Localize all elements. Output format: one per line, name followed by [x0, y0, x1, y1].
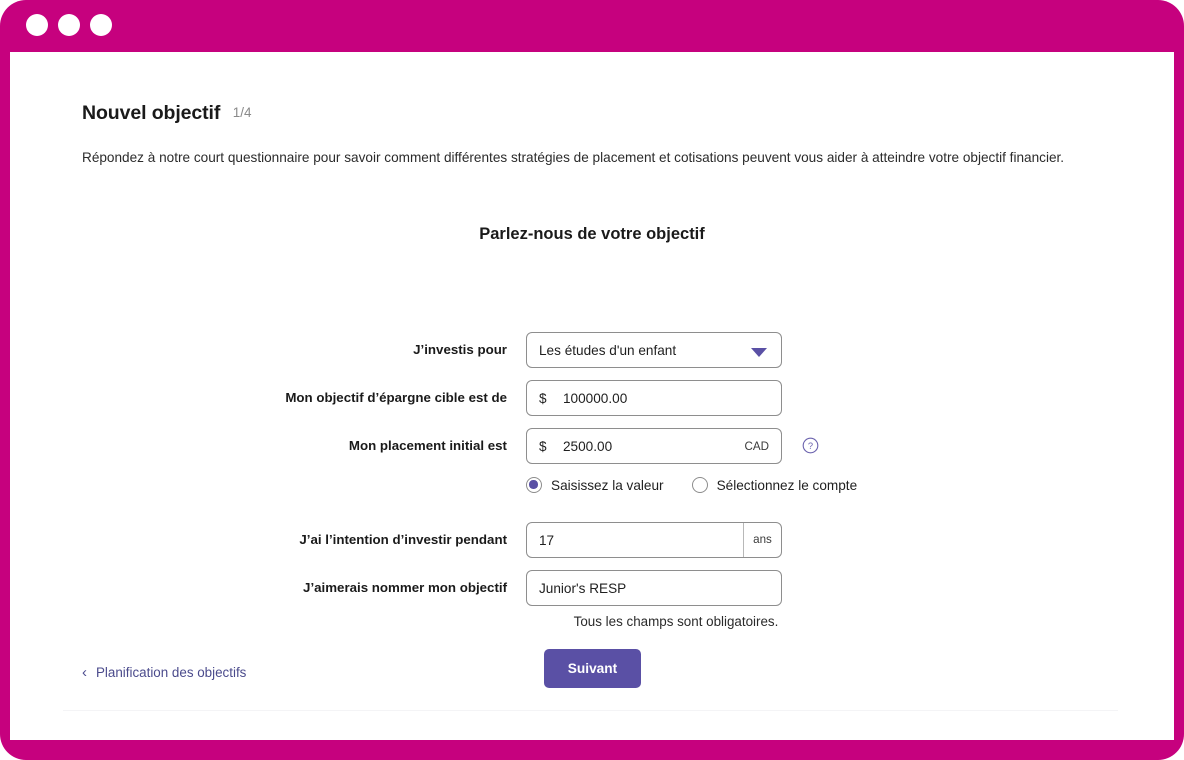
- window-dot-maximize[interactable]: [90, 14, 112, 36]
- currency-symbol: $: [539, 429, 547, 465]
- label-investis-pour: J’investis pour: [10, 332, 507, 368]
- input-placement-initial-value: 2500.00: [563, 429, 612, 465]
- page-content: Nouvel objectif 1/4 Répondez à notre cou…: [10, 52, 1174, 740]
- radio-group-value-source: Saisissez la valeur Sélectionnez le comp…: [526, 473, 885, 497]
- radio-option-selectionnez-le-compte[interactable]: Sélectionnez le compte: [692, 477, 858, 493]
- page-title: Nouvel objectif: [82, 102, 220, 125]
- browser-window-frame: Nouvel objectif 1/4 Répondez à notre cou…: [0, 0, 1184, 760]
- input-nom-objectif-value: Junior's RESP: [539, 571, 626, 607]
- form-row-nom-objectif: J’aimerais nommer mon objectif Junior's …: [10, 570, 1174, 606]
- svg-text:?: ?: [808, 441, 813, 451]
- form-row-placement-initial: Mon placement initial est $ 2500.00 CAD …: [10, 428, 1174, 464]
- input-placement-initial[interactable]: $ 2500.00 CAD: [526, 428, 782, 464]
- form-row-value-source: Saisissez la valeur Sélectionnez le comp…: [10, 473, 1174, 497]
- radio-icon-unselected: [692, 477, 708, 493]
- next-button[interactable]: Suivant: [544, 649, 641, 688]
- window-dot-minimize[interactable]: [58, 14, 80, 36]
- label-objectif-epargne: Mon objectif d’épargne cible est de: [10, 380, 507, 416]
- back-link-label: Planification des objectifs: [96, 665, 246, 680]
- form-row-investis-pour: J’investis pour Les études d'un enfant: [10, 332, 1174, 368]
- form-heading: Parlez-nous de votre objectif: [10, 225, 1174, 244]
- select-investis-pour-value: Les études d'un enfant: [539, 333, 676, 369]
- window-titlebar: [0, 0, 1184, 52]
- chevron-left-icon: ‹: [82, 665, 87, 680]
- form-row-duree: J’ai l’intention d’investir pendant 17 a…: [10, 522, 1174, 558]
- radio-option-saisissez-la-valeur[interactable]: Saisissez la valeur: [526, 477, 664, 493]
- page-header: Nouvel objectif 1/4: [82, 102, 252, 125]
- form-row-objectif-epargne: Mon objectif d’épargne cible est de $ 10…: [10, 380, 1174, 416]
- input-nom-objectif[interactable]: Junior's RESP: [526, 570, 782, 606]
- radio-label-saisissez-la-valeur: Saisissez la valeur: [551, 478, 664, 493]
- select-investis-pour[interactable]: Les études d'un enfant: [526, 332, 782, 368]
- back-link-planification[interactable]: ‹ Planification des objectifs: [82, 660, 246, 684]
- input-duree[interactable]: 17 ans: [526, 522, 782, 558]
- currency-code-label: CAD: [745, 429, 769, 465]
- label-nom-objectif: J’aimerais nommer mon objectif: [10, 570, 507, 606]
- intro-paragraph: Répondez à notre court questionnaire pou…: [82, 147, 1094, 168]
- label-placement-initial: Mon placement initial est: [10, 428, 507, 464]
- unit-label-ans: ans: [743, 523, 781, 557]
- required-fields-note: Tous les champs sont obligatoires.: [526, 614, 826, 629]
- radio-icon-selected: [526, 477, 542, 493]
- currency-symbol: $: [539, 381, 547, 417]
- chevron-down-icon: [751, 348, 767, 357]
- input-duree-value: 17: [539, 523, 554, 559]
- radio-label-selectionnez-le-compte: Sélectionnez le compte: [717, 478, 858, 493]
- window-dot-close[interactable]: [26, 14, 48, 36]
- label-duree: J’ai l’intention d’investir pendant: [10, 522, 507, 558]
- footer-divider: [63, 710, 1118, 711]
- input-objectif-epargne-value: 100000.00: [563, 381, 627, 417]
- help-circle-icon[interactable]: ?: [802, 437, 819, 454]
- input-objectif-epargne[interactable]: $ 100000.00: [526, 380, 782, 416]
- step-counter: 1/4: [233, 105, 252, 120]
